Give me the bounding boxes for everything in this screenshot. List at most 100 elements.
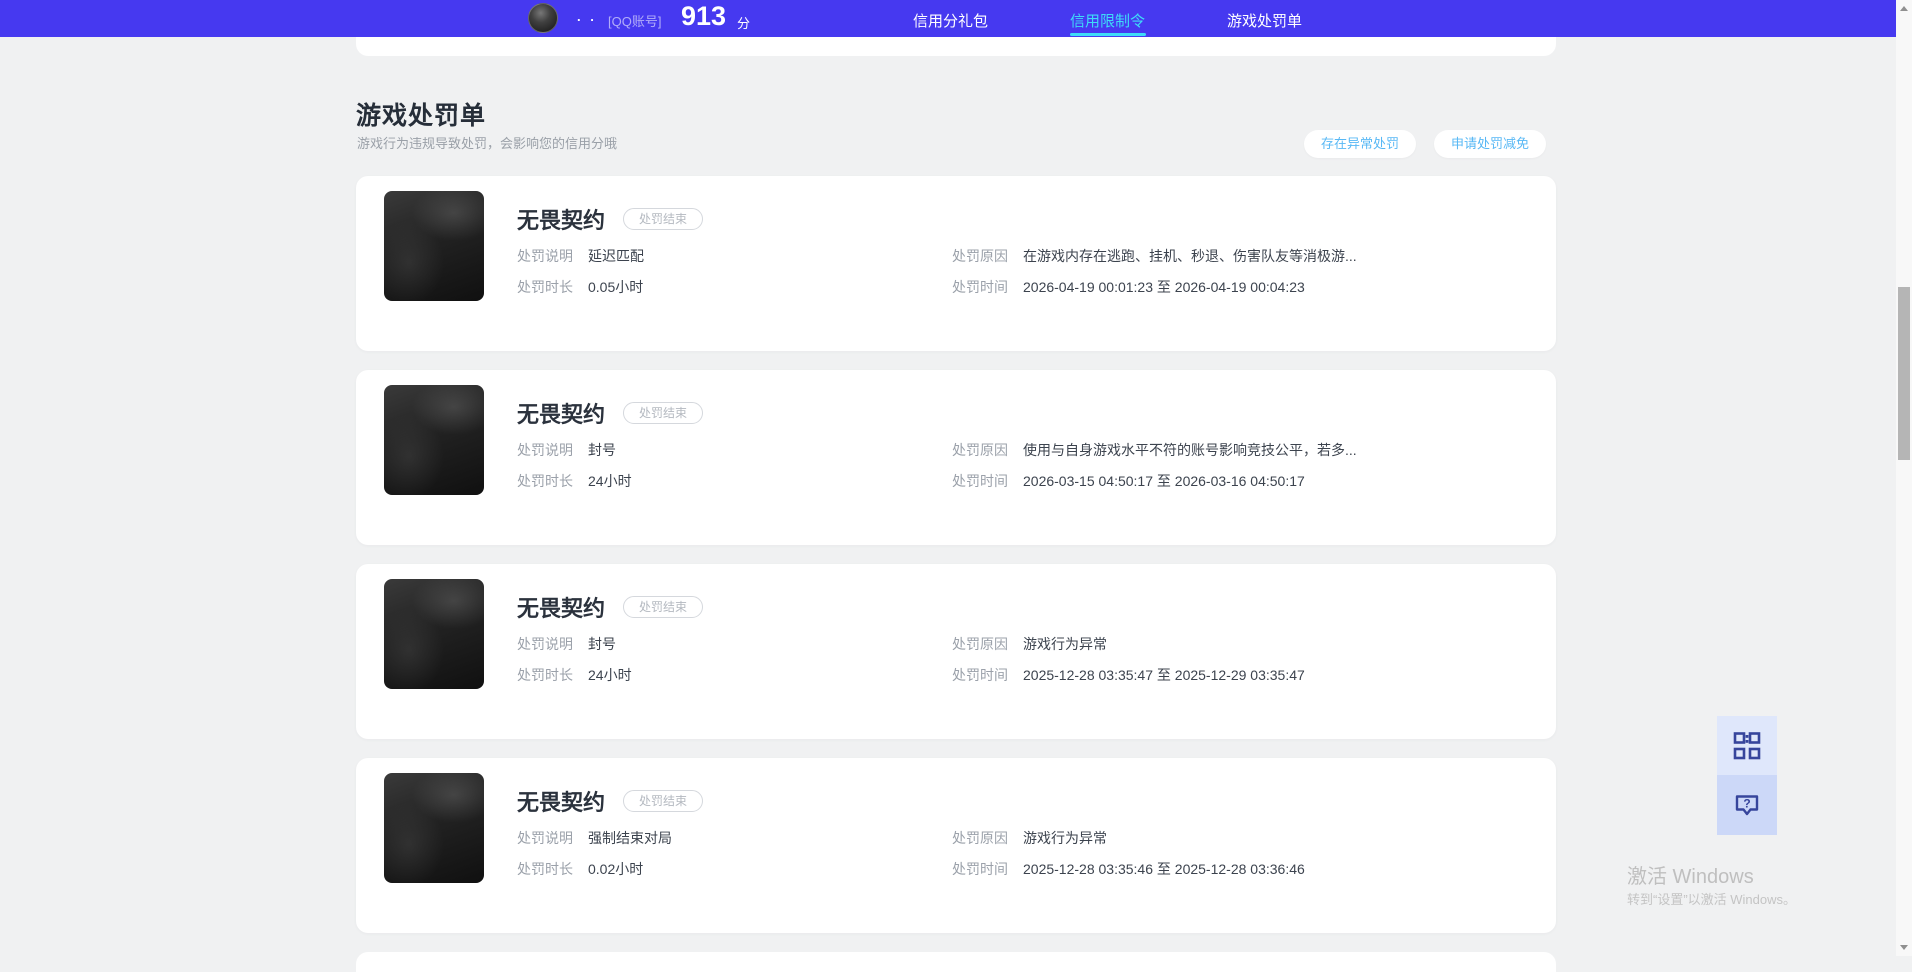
field-desc: 处罚说明 封号 bbox=[517, 636, 952, 653]
penalty-card-partial bbox=[356, 952, 1556, 972]
penalty-card-list: 无畏契约 处罚结束 处罚说明 延迟匹配 处罚原因 在游戏内存在逃跑、挂机、秒退、… bbox=[356, 176, 1556, 933]
field-label-duration: 处罚时长 bbox=[517, 279, 573, 295]
field-value-desc: 强制结束对局 bbox=[588, 830, 672, 846]
field-duration: 处罚时长 24小时 bbox=[517, 473, 952, 490]
field-time: 处罚时间 2026-04-19 00:01:23 至 2026-04-19 00… bbox=[952, 279, 1357, 296]
field-label-reason: 处罚原因 bbox=[952, 636, 1008, 652]
field-label-duration: 处罚时长 bbox=[517, 667, 573, 683]
credit-score: 913 bbox=[681, 1, 727, 31]
qr-code-button[interactable] bbox=[1717, 716, 1777, 775]
field-label-time: 处罚时间 bbox=[952, 861, 1008, 877]
game-name: 无畏契约 bbox=[517, 402, 606, 427]
penalty-fields: 处罚说明 封号 处罚原因 使用与自身游戏水平不符的账号影响竞技公平，若多... … bbox=[517, 442, 1357, 490]
status-badge: 处罚结束 bbox=[623, 790, 704, 812]
windows-activation-watermark-subtitle: 转到“设置”以激活 Windows。 bbox=[1627, 892, 1797, 907]
card-title-row: 无畏契约 处罚结束 bbox=[517, 785, 704, 817]
page-title: 游戏处罚单 bbox=[356, 102, 487, 130]
field-label-desc: 处罚说明 bbox=[517, 248, 573, 264]
top-nav-bar: . . [QQ账号] 913 分 信用分礼包 信用限制令 游戏处罚单 bbox=[0, 0, 1896, 37]
field-duration: 处罚时长 24小时 bbox=[517, 667, 952, 684]
field-time: 处罚时间 2025-12-28 03:35:47 至 2025-12-29 03… bbox=[952, 667, 1305, 684]
field-label-desc: 处罚说明 bbox=[517, 442, 573, 458]
game-name: 无畏契约 bbox=[517, 790, 606, 815]
card-title-row: 无畏契约 处罚结束 bbox=[517, 397, 704, 429]
scrollbar-thumb[interactable] bbox=[1898, 287, 1910, 460]
credit-score-unit: 分 bbox=[737, 16, 751, 31]
field-label-reason: 处罚原因 bbox=[952, 830, 1008, 846]
status-badge: 处罚结束 bbox=[623, 208, 704, 230]
penalty-card: 无畏契约 处罚结束 处罚说明 封号 处罚原因 游戏行为异常 处罚时长 24小时 … bbox=[356, 564, 1556, 739]
scroll-up-arrow-icon[interactable] bbox=[1900, 6, 1908, 11]
game-name: 无畏契约 bbox=[517, 596, 606, 621]
username: . . bbox=[577, 9, 597, 24]
penalty-fields: 处罚说明 延迟匹配 处罚原因 在游戏内存在逃跑、挂机、秒退、伤害队友等消极游..… bbox=[517, 248, 1357, 296]
game-thumbnail bbox=[384, 385, 484, 495]
qr-code-icon bbox=[1733, 731, 1761, 759]
card-title-row: 无畏契约 处罚结束 bbox=[517, 591, 704, 623]
scroll-down-arrow-icon[interactable] bbox=[1900, 945, 1908, 950]
game-name: 无畏契约 bbox=[517, 208, 606, 233]
field-value-duration: 24小时 bbox=[588, 473, 632, 489]
card-title-row: 无畏契约 处罚结束 bbox=[517, 203, 704, 235]
field-value-duration: 0.05小时 bbox=[588, 279, 644, 295]
floating-widget: ? bbox=[1717, 716, 1777, 835]
field-desc: 处罚说明 强制结束对局 bbox=[517, 830, 952, 847]
help-button[interactable]: ? bbox=[1717, 775, 1777, 835]
status-badge: 处罚结束 bbox=[623, 402, 704, 424]
penalty-fields: 处罚说明 封号 处罚原因 游戏行为异常 处罚时长 24小时 处罚时间 2025-… bbox=[517, 636, 1305, 684]
penalty-card: 无畏契约 处罚结束 处罚说明 封号 处罚原因 使用与自身游戏水平不符的账号影响竞… bbox=[356, 370, 1556, 545]
field-label-reason: 处罚原因 bbox=[952, 442, 1008, 458]
field-label-duration: 处罚时长 bbox=[517, 473, 573, 489]
avatar[interactable] bbox=[528, 3, 558, 33]
field-reason: 处罚原因 游戏行为异常 bbox=[952, 830, 1305, 847]
field-value-reason: 使用与自身游戏水平不符的账号影响竞技公平，若多... bbox=[1023, 442, 1357, 458]
field-label-desc: 处罚说明 bbox=[517, 830, 573, 846]
field-time: 处罚时间 2026-03-15 04:50:17 至 2026-03-16 04… bbox=[952, 473, 1357, 490]
abnormal-penalty-button[interactable]: 存在异常处罚 bbox=[1303, 130, 1416, 158]
field-value-time: 2025-12-28 03:35:46 至 2025-12-28 03:36:4… bbox=[1023, 861, 1305, 877]
active-tab-underline bbox=[1070, 33, 1146, 36]
field-label-reason: 处罚原因 bbox=[952, 248, 1008, 264]
field-desc: 处罚说明 封号 bbox=[517, 442, 952, 459]
tab-game-penalty[interactable]: 游戏处罚单 bbox=[1227, 10, 1302, 31]
field-label-time: 处罚时间 bbox=[952, 473, 1008, 489]
penalty-relief-button[interactable]: 申请处罚减免 bbox=[1433, 130, 1546, 158]
penalty-card: 无畏契约 处罚结束 处罚说明 强制结束对局 处罚原因 游戏行为异常 处罚时长 0… bbox=[356, 758, 1556, 933]
field-value-reason: 游戏行为异常 bbox=[1023, 636, 1107, 652]
game-thumbnail bbox=[384, 191, 484, 301]
svg-text:?: ? bbox=[1743, 797, 1750, 811]
header-actions: 存在异常处罚 申请处罚减免 bbox=[1303, 130, 1546, 158]
field-value-desc: 封号 bbox=[588, 636, 616, 652]
field-value-duration: 0.02小时 bbox=[588, 861, 644, 877]
field-label-time: 处罚时间 bbox=[952, 667, 1008, 683]
field-reason: 处罚原因 使用与自身游戏水平不符的账号影响竞技公平，若多... bbox=[952, 442, 1357, 459]
field-label-time: 处罚时间 bbox=[952, 279, 1008, 295]
field-label-desc: 处罚说明 bbox=[517, 636, 573, 652]
field-value-reason: 游戏行为异常 bbox=[1023, 830, 1107, 846]
game-thumbnail bbox=[384, 773, 484, 883]
tab-credit-gift[interactable]: 信用分礼包 bbox=[913, 10, 988, 31]
field-reason: 处罚原因 在游戏内存在逃跑、挂机、秒退、伤害队友等消极游... bbox=[952, 248, 1357, 265]
main-content: 游戏处罚单 游戏行为违规导致处罚，会影响您的信用分哦 存在异常处罚 申请处罚减免… bbox=[356, 0, 1556, 972]
field-value-desc: 延迟匹配 bbox=[588, 248, 644, 264]
field-value-time: 2026-03-15 04:50:17 至 2026-03-16 04:50:1… bbox=[1023, 473, 1305, 489]
field-value-time: 2026-04-19 00:01:23 至 2026-04-19 00:04:2… bbox=[1023, 279, 1305, 295]
vertical-scrollbar[interactable] bbox=[1896, 0, 1912, 956]
page-subtitle: 游戏行为违规导致处罚，会影响您的信用分哦 bbox=[357, 136, 618, 151]
field-desc: 处罚说明 延迟匹配 bbox=[517, 248, 952, 265]
field-value-reason: 在游戏内存在逃跑、挂机、秒退、伤害队友等消极游... bbox=[1023, 248, 1357, 264]
field-value-desc: 封号 bbox=[588, 442, 616, 458]
help-bubble-icon: ? bbox=[1735, 795, 1759, 816]
status-badge: 处罚结束 bbox=[623, 596, 704, 618]
penalty-fields: 处罚说明 强制结束对局 处罚原因 游戏行为异常 处罚时长 0.02小时 处罚时间… bbox=[517, 830, 1305, 878]
account-type-label: [QQ账号] bbox=[608, 14, 662, 29]
tab-credit-restriction[interactable]: 信用限制令 bbox=[1070, 10, 1145, 31]
game-thumbnail bbox=[384, 579, 484, 689]
field-value-duration: 24小时 bbox=[588, 667, 632, 683]
field-duration: 处罚时长 0.02小时 bbox=[517, 861, 952, 878]
field-label-duration: 处罚时长 bbox=[517, 861, 573, 877]
penalty-card: 无畏契约 处罚结束 处罚说明 延迟匹配 处罚原因 在游戏内存在逃跑、挂机、秒退、… bbox=[356, 176, 1556, 351]
field-time: 处罚时间 2025-12-28 03:35:46 至 2025-12-28 03… bbox=[952, 861, 1305, 878]
windows-activation-watermark-title: 激活 Windows bbox=[1627, 866, 1754, 888]
field-value-time: 2025-12-28 03:35:47 至 2025-12-29 03:35:4… bbox=[1023, 667, 1305, 683]
